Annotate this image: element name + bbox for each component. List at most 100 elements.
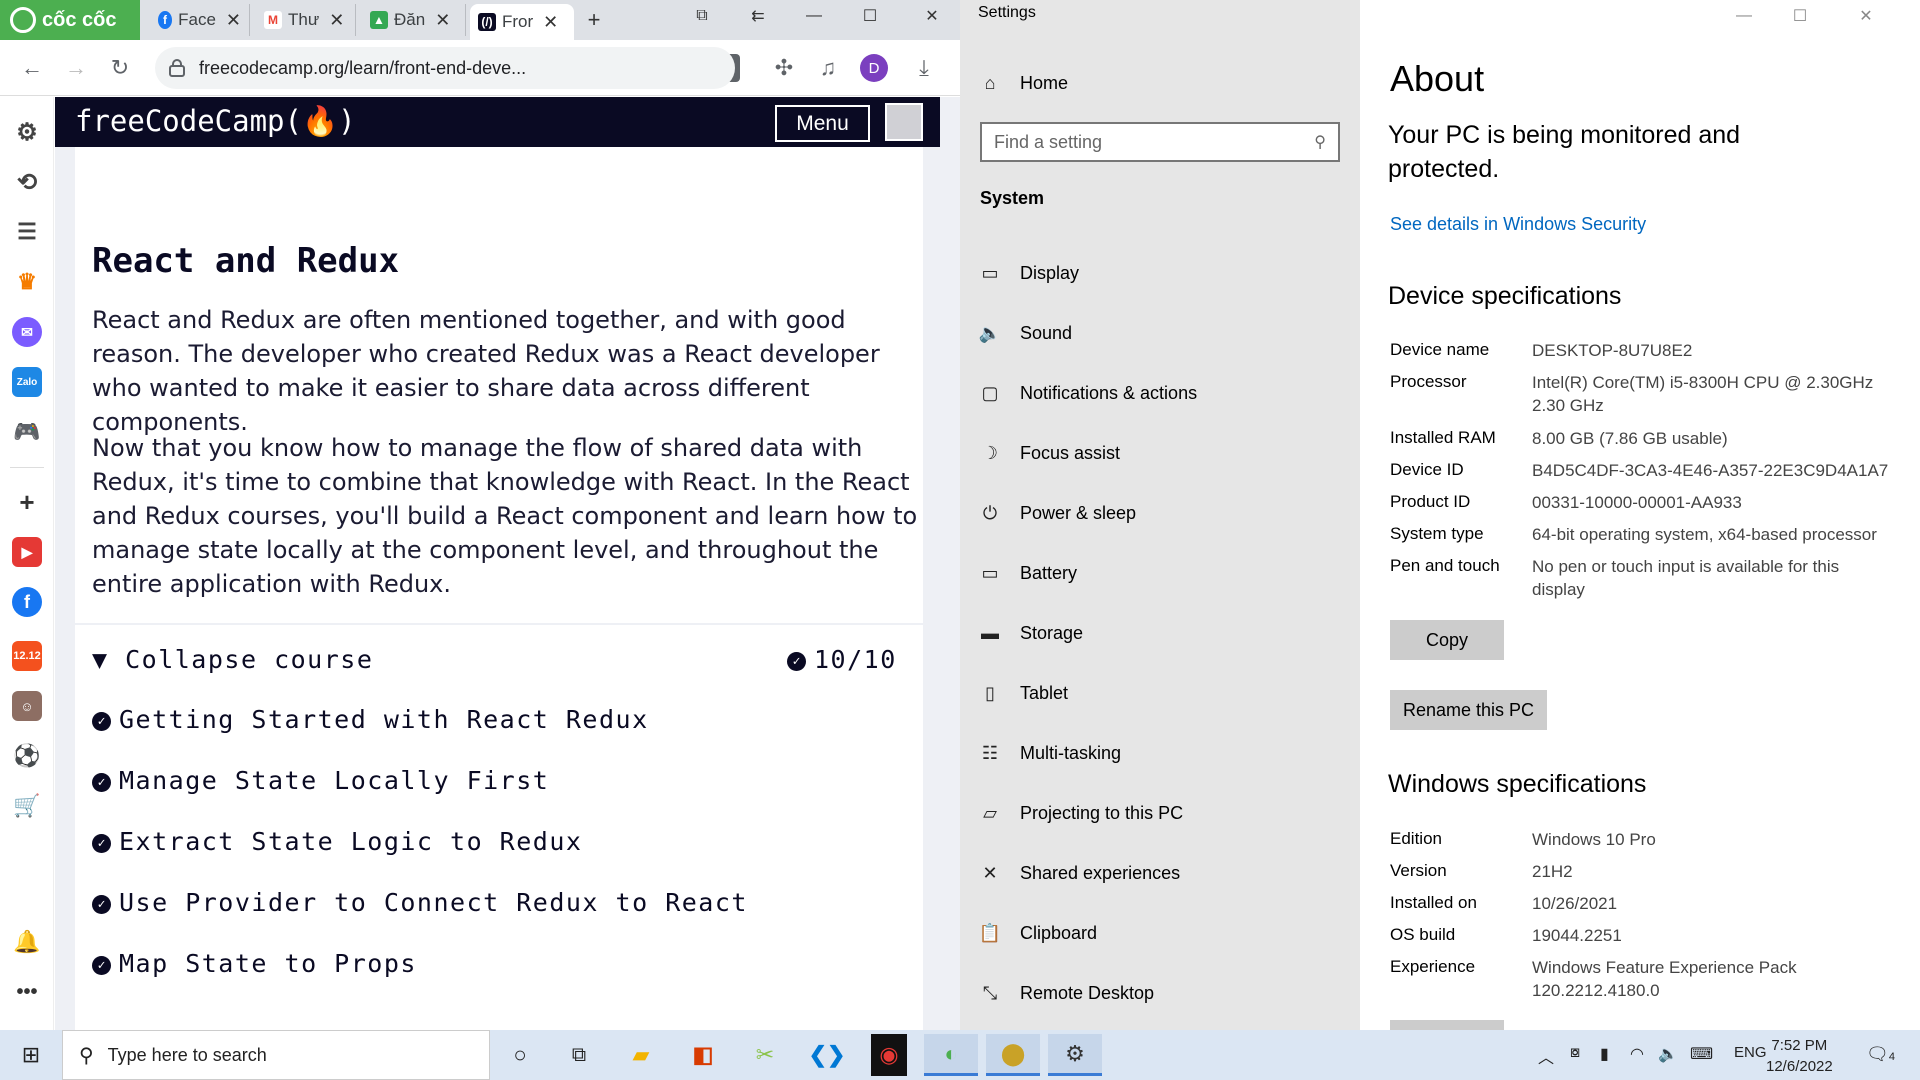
close-icon[interactable]: ✕ xyxy=(329,10,344,31)
card-previous xyxy=(75,147,923,221)
history-icon[interactable]: ⟲ xyxy=(12,167,42,197)
close-window-icon[interactable]: ✕ xyxy=(1838,0,1894,32)
reload-icon[interactable]: ↻ xyxy=(104,52,136,84)
garena-icon[interactable]: ◉ xyxy=(871,1034,907,1076)
back-icon[interactable]: ← xyxy=(16,52,48,84)
language-indicator[interactable]: ENG xyxy=(1734,1044,1767,1061)
nav-sound[interactable]: 🔈 Sound xyxy=(978,313,1072,353)
zalo-icon[interactable]: Zalo xyxy=(12,367,42,397)
bell-icon[interactable]: 🔔 xyxy=(12,927,42,957)
nav-power-sleep[interactable]: ⏻ Power & sleep xyxy=(978,493,1136,533)
tab-gmail[interactable]: M Thư ✕ xyxy=(256,4,356,36)
notifications-icon: ▢ xyxy=(981,382,999,403)
time: 7:52 PM xyxy=(1771,1037,1828,1054)
volume-icon[interactable]: 🔈 xyxy=(1658,1044,1678,1064)
clock[interactable]: 7:52 PM 12/6/2022 xyxy=(1766,1035,1833,1077)
vscode-icon[interactable]: ❮❯ xyxy=(800,1034,854,1076)
crown-icon[interactable]: ♛ xyxy=(12,267,42,297)
new-tab-icon[interactable]: + xyxy=(578,4,610,36)
taskbar-search[interactable]: ⚲ Type here to search xyxy=(62,1030,490,1080)
nav-battery[interactable]: ▭ Battery xyxy=(978,553,1077,593)
lesson-item[interactable]: ✓ Manage State Locally First xyxy=(92,766,549,795)
lesson-item[interactable]: ✓ Extract State Logic to Redux xyxy=(92,827,582,856)
cortana-icon[interactable]: ○ xyxy=(493,1034,547,1076)
wifi-icon[interactable]: ◠ xyxy=(1630,1044,1644,1064)
soccer-icon[interactable]: ⚽ xyxy=(12,741,42,771)
nav-focus-assist[interactable]: ☽ Focus assist xyxy=(978,433,1120,473)
profile-avatar[interactable]: D xyxy=(860,54,888,82)
close-window-icon[interactable]: ✕ xyxy=(904,0,960,32)
user-avatar[interactable] xyxy=(885,103,923,141)
maximize-icon[interactable]: ☐ xyxy=(1772,0,1828,32)
lesson-item[interactable]: ✓ Use Provider to Connect Redux to React xyxy=(92,888,748,917)
nav-notifications[interactable]: ▢ Notifications & actions xyxy=(978,373,1197,413)
lesson-item[interactable]: ✓ Getting Started with React Redux xyxy=(92,705,649,734)
tab-facebook[interactable]: f Face ✕ xyxy=(150,4,250,36)
spec-label: Installed on xyxy=(1390,893,1477,912)
facebook-sidebar-icon[interactable]: f xyxy=(12,587,42,617)
close-icon[interactable]: ✕ xyxy=(226,10,241,31)
keyboard-icon[interactable]: ⌨ xyxy=(1690,1044,1713,1064)
shopping-cart-icon[interactable]: 🛒 xyxy=(12,791,42,821)
nav-projecting[interactable]: ▱ Projecting to this PC xyxy=(978,793,1183,833)
tab-freecodecamp[interactable]: (/) Fror ✕ xyxy=(470,4,574,40)
battery-tray-icon[interactable]: ▮ xyxy=(1600,1044,1609,1064)
partially-visible-button[interactable] xyxy=(1390,1020,1504,1030)
copy-button[interactable]: Copy xyxy=(1390,620,1504,660)
address-bar[interactable]: freecodecamp.org/learn/front-end-deve... xyxy=(155,47,735,89)
device-icon[interactable]: ⧇ xyxy=(1570,1044,1580,1062)
rename-pc-button[interactable]: Rename this PC xyxy=(1390,690,1547,730)
nav-storage[interactable]: ▬ Storage xyxy=(978,613,1083,653)
maximize-icon[interactable]: ☐ xyxy=(842,0,898,32)
close-icon[interactable]: ✕ xyxy=(435,10,450,31)
file-explorer-icon[interactable]: ▰ xyxy=(614,1034,668,1076)
minimize-icon[interactable]: — xyxy=(786,0,842,32)
notification-center-icon[interactable]: 🗨4 xyxy=(1866,1044,1895,1065)
tab-google-drive[interactable]: ▲ Đăn ✕ xyxy=(362,4,466,36)
menu-button[interactable]: Menu xyxy=(775,105,870,142)
shopee-icon[interactable]: 12.12 xyxy=(12,641,42,671)
device-specs-heading: Device specifications xyxy=(1388,282,1622,310)
nav-tablet[interactable]: ▯ Tablet xyxy=(978,673,1068,713)
windows-security-link[interactable]: See details in Windows Security xyxy=(1390,214,1646,235)
lesson-item[interactable]: ✓ Map State to Props xyxy=(92,949,417,978)
snipping-tool-icon[interactable]: ✂ xyxy=(738,1034,792,1076)
screenshot-icon[interactable]: ⧉ xyxy=(674,0,730,32)
settings-taskbar-icon[interactable]: ⚙ xyxy=(1048,1034,1102,1076)
spec-value: Windows Feature Experience Pack 120.2212… xyxy=(1532,958,1797,1000)
nav-remote-desktop[interactable]: ⤡ Remote Desktop xyxy=(978,973,1154,1013)
office-icon[interactable]: ◧ xyxy=(676,1034,730,1076)
nav-display[interactable]: ▭ Display xyxy=(978,253,1079,293)
fcc-logo[interactable]: freeCodeCamp(🔥) xyxy=(75,104,356,139)
settings-gear-icon[interactable]: ⚙ xyxy=(12,117,42,147)
find-setting-input[interactable]: Find a setting ⚲ xyxy=(980,122,1340,162)
windows-start-icon[interactable]: ⊞ xyxy=(4,1034,58,1076)
youtube-icon[interactable]: ▶ xyxy=(12,537,42,567)
game-character-icon[interactable]: ☺ xyxy=(12,691,42,721)
close-icon[interactable]: ✕ xyxy=(543,12,558,33)
back-arrows-icon[interactable]: ⇇ xyxy=(730,0,786,32)
gamepad-icon[interactable]: 🎮 xyxy=(12,417,42,447)
more-icon[interactable]: ••• xyxy=(12,977,42,1007)
nav-multitasking[interactable]: ☷ Multi-tasking xyxy=(978,733,1121,773)
extensions-icon[interactable]: ✣ xyxy=(768,52,800,84)
messenger-icon[interactable]: ✉ xyxy=(12,317,42,347)
nav-label: Multi-tasking xyxy=(1020,742,1122,763)
nav-home[interactable]: ⌂ Home xyxy=(978,63,1068,103)
coccoc-taskbar-icon[interactable]: ◐ xyxy=(924,1034,978,1076)
minimize-icon[interactable]: — xyxy=(1716,0,1772,32)
chevron-up-icon[interactable]: ︿ xyxy=(1538,1044,1554,1068)
collapse-course-button[interactable]: ▼ Collapse course xyxy=(92,645,373,674)
task-view-icon[interactable]: ⧉ xyxy=(552,1034,606,1076)
nav-clipboard[interactable]: 📋 Clipboard xyxy=(978,913,1097,953)
downloads-icon[interactable]: ⤓ xyxy=(908,52,940,84)
media-icon[interactable]: ♫ xyxy=(812,52,844,84)
spec-value: 00331-10000-00001-AA933 xyxy=(1532,493,1742,512)
coccoc-brand-tab[interactable]: cốc cốc xyxy=(0,0,140,40)
league-icon[interactable]: ⬤ xyxy=(986,1034,1040,1076)
forward-icon[interactable]: → xyxy=(60,52,92,84)
reading-list-icon[interactable]: ☰ xyxy=(12,217,42,247)
add-icon[interactable]: + xyxy=(12,487,42,517)
nav-shared-experiences[interactable]: ✕ Shared experiences xyxy=(978,853,1180,893)
remote-desktop-icon: ⤡ xyxy=(982,982,998,1003)
